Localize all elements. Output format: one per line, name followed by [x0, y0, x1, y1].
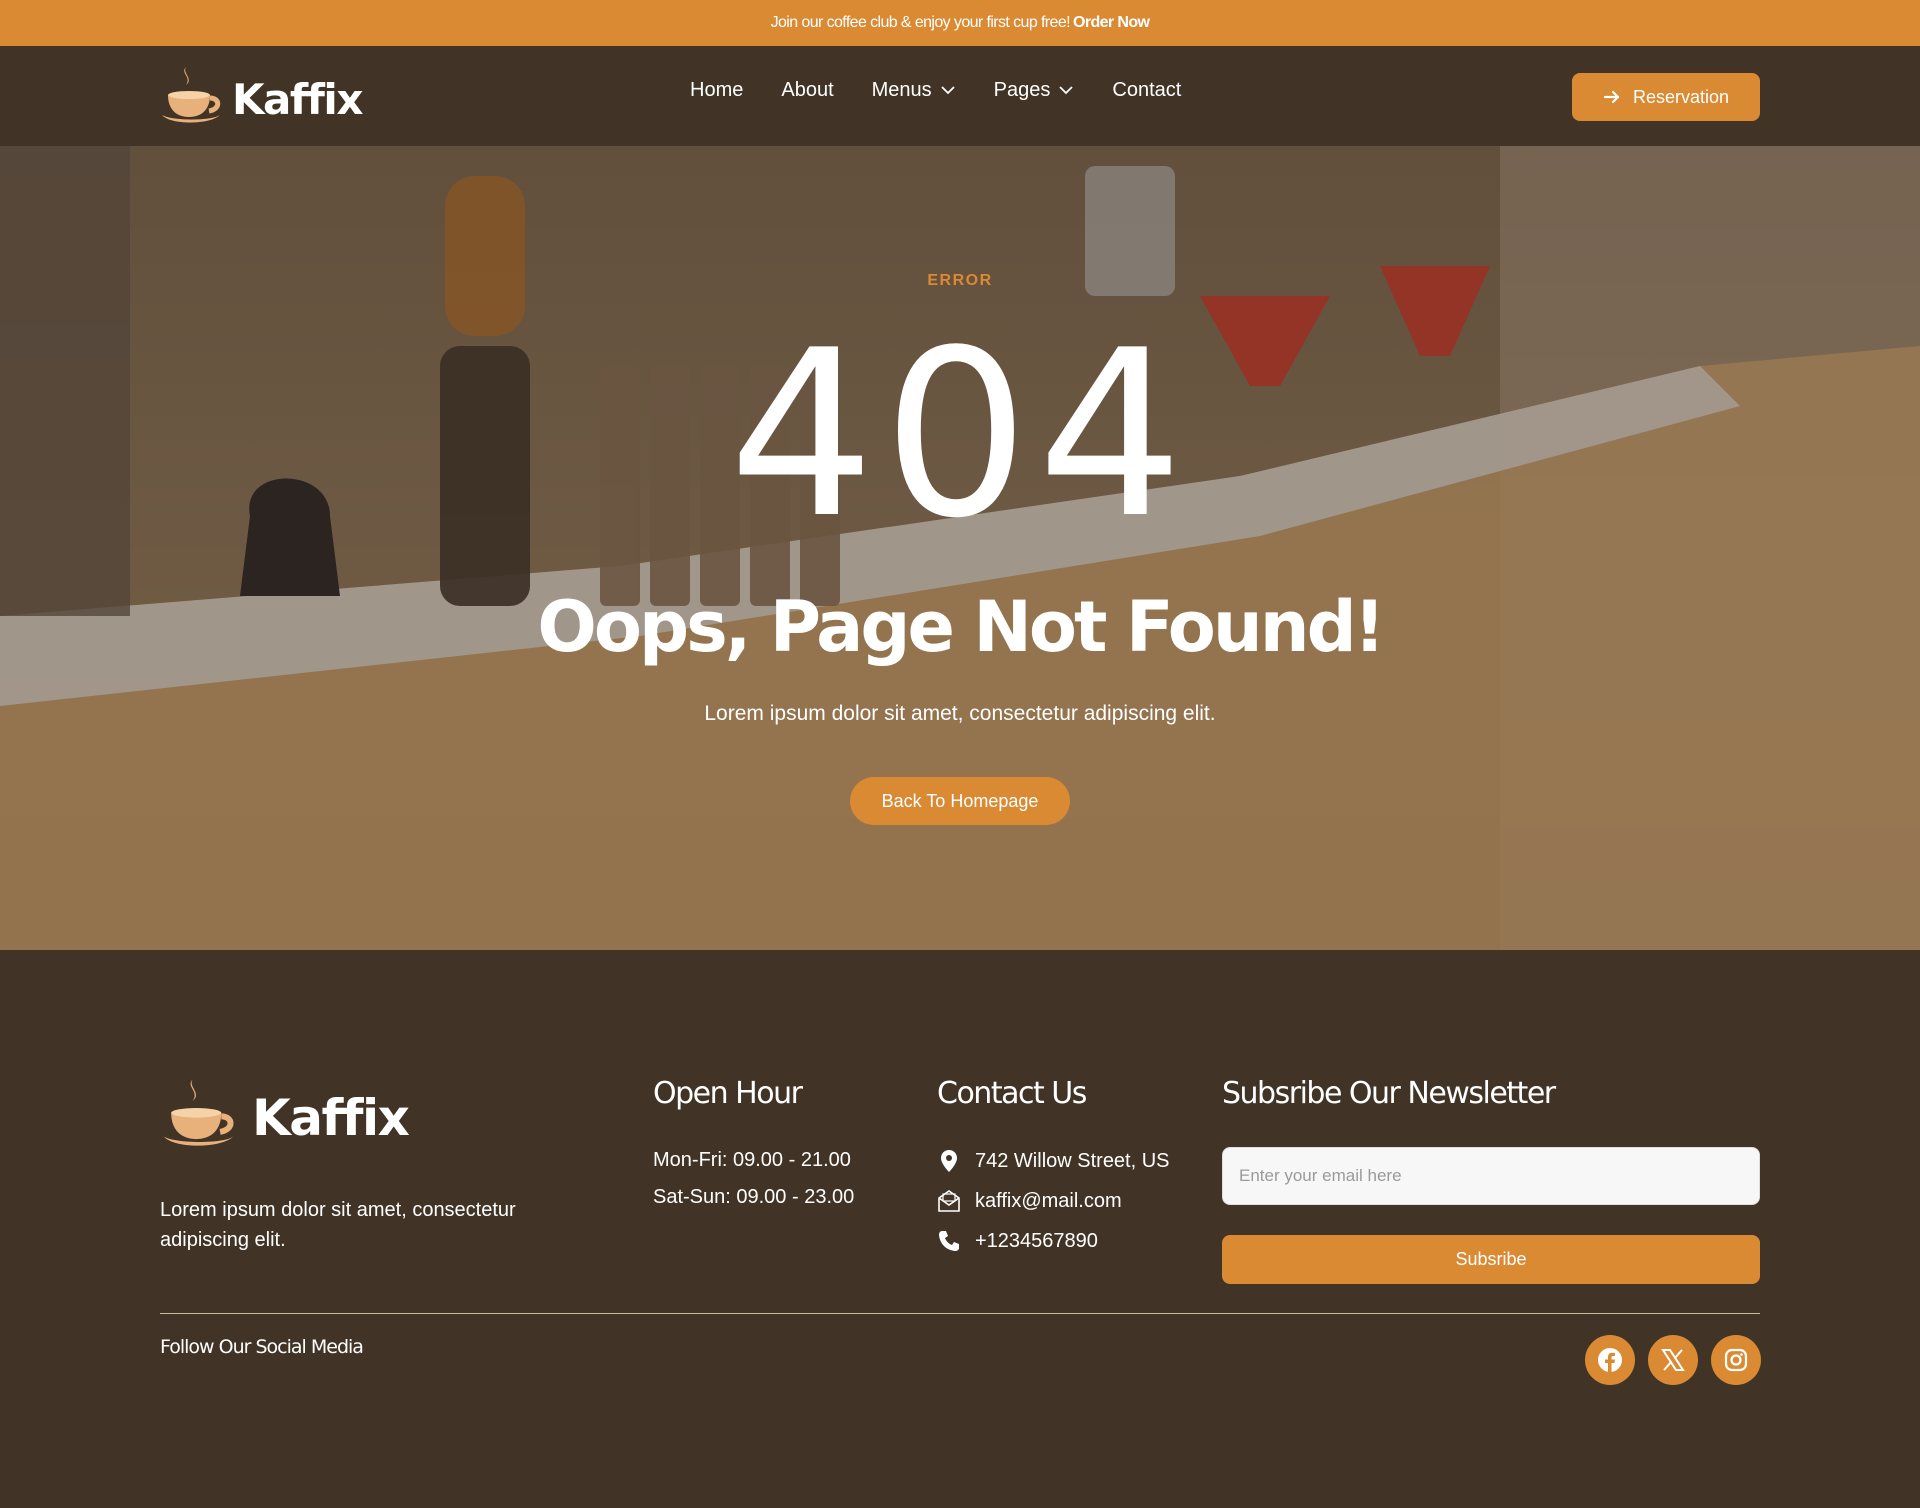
address-text: 742 Willow Street, US	[975, 1149, 1170, 1172]
nav-home[interactable]: Home	[690, 79, 743, 102]
newsletter-email-input[interactable]	[1222, 1147, 1760, 1205]
back-to-homepage-button[interactable]: Back To Homepage	[850, 777, 1070, 825]
nav-pages[interactable]: Pages	[994, 79, 1075, 102]
x-icon	[1661, 1349, 1685, 1371]
instagram-icon	[1724, 1348, 1748, 1372]
footer-logo[interactable]: Kaffix	[160, 1074, 410, 1154]
footer-about-text: Lorem ipsum dolor sit amet, consectetur …	[160, 1199, 516, 1251]
contact-phone[interactable]: +1234567890	[937, 1221, 1170, 1261]
mail-icon	[938, 1190, 960, 1212]
hours-weekday: Mon-Fri: 09.00 - 21.00	[653, 1149, 851, 1171]
hero-content: ERROR 404 Oops, Page Not Found! Lorem ip…	[0, 146, 1920, 950]
error-eyebrow: ERROR	[927, 272, 993, 289]
nav-about[interactable]: About	[781, 79, 833, 102]
follow-social-label: Follow Our Social Media	[160, 1336, 364, 1358]
contact-title: Contact Us	[937, 1076, 1087, 1111]
coffee-cup-icon	[164, 1079, 234, 1146]
social-links	[1585, 1335, 1761, 1385]
nav-contact[interactable]: Contact	[1112, 79, 1181, 102]
site-header: Kaffix Home About Menus Pages Contact Re…	[0, 46, 1920, 146]
map-pin-icon	[941, 1150, 957, 1172]
email-text: kaffix@mail.com	[975, 1189, 1122, 1212]
phone-text: +1234567890	[975, 1229, 1098, 1252]
nav-menus-label: Menus	[871, 78, 932, 101]
nav-home-label: Home	[690, 78, 744, 101]
page-title: Oops, Page Not Found!	[537, 586, 1385, 668]
announcement-text: Join our coffee club & enjoy your first …	[770, 14, 1071, 31]
contact-email[interactable]: kaffix@mail.com	[937, 1181, 1170, 1221]
hero-subtitle: Lorem ipsum dolor sit amet, consectetur …	[704, 702, 1216, 725]
facebook-icon	[1598, 1348, 1622, 1373]
error-code: 404	[728, 302, 1192, 569]
nav-menus[interactable]: Menus	[872, 79, 956, 102]
open-hour-title: Open Hour	[653, 1076, 803, 1111]
arrow-right-icon	[1603, 90, 1620, 104]
contact-list: 742 Willow Street, US kaffix@mail.com +1…	[937, 1141, 1170, 1261]
nav-contact-label: Contact	[1112, 78, 1182, 101]
main-nav: Home About Menus Pages Contact	[690, 46, 1181, 134]
footer-divider	[160, 1313, 1760, 1314]
header-logo[interactable]: Kaffix	[160, 60, 363, 132]
nav-about-label: About	[781, 78, 834, 101]
chevron-down-icon	[1059, 86, 1074, 95]
coffee-cup-icon	[162, 67, 221, 123]
brand-name: Kaffix	[232, 74, 363, 124]
instagram-link[interactable]	[1711, 1335, 1761, 1385]
subscribe-button[interactable]: Subsribe	[1222, 1235, 1760, 1284]
hero-section: ERROR 404 Oops, Page Not Found! Lorem ip…	[0, 146, 1920, 950]
contact-address: 742 Willow Street, US	[937, 1141, 1170, 1181]
announcement-bar: Join our coffee club & enjoy your first …	[0, 0, 1920, 46]
site-footer: Kaffix Lorem ipsum dolor sit amet, conse…	[0, 950, 1920, 1508]
chevron-down-icon	[941, 86, 955, 95]
nav-pages-label: Pages	[993, 78, 1051, 101]
facebook-link[interactable]	[1585, 1335, 1635, 1385]
hours-weekend: Sat-Sun: 09.00 - 23.00	[653, 1186, 855, 1208]
order-now-link[interactable]: Order Now	[1073, 14, 1150, 32]
reservation-label: Reservation	[1632, 86, 1730, 107]
phone-icon	[939, 1231, 959, 1251]
reservation-button[interactable]: Reservation	[1572, 73, 1760, 121]
x-link[interactable]	[1648, 1335, 1698, 1385]
footer-brand-name: Kaffix	[252, 1089, 410, 1147]
newsletter-title: Subsribe Our Newsletter	[1222, 1076, 1556, 1111]
open-hours: Mon-Fri: 09.00 - 21.00 Sat-Sun: 09.00 - …	[653, 1142, 854, 1216]
